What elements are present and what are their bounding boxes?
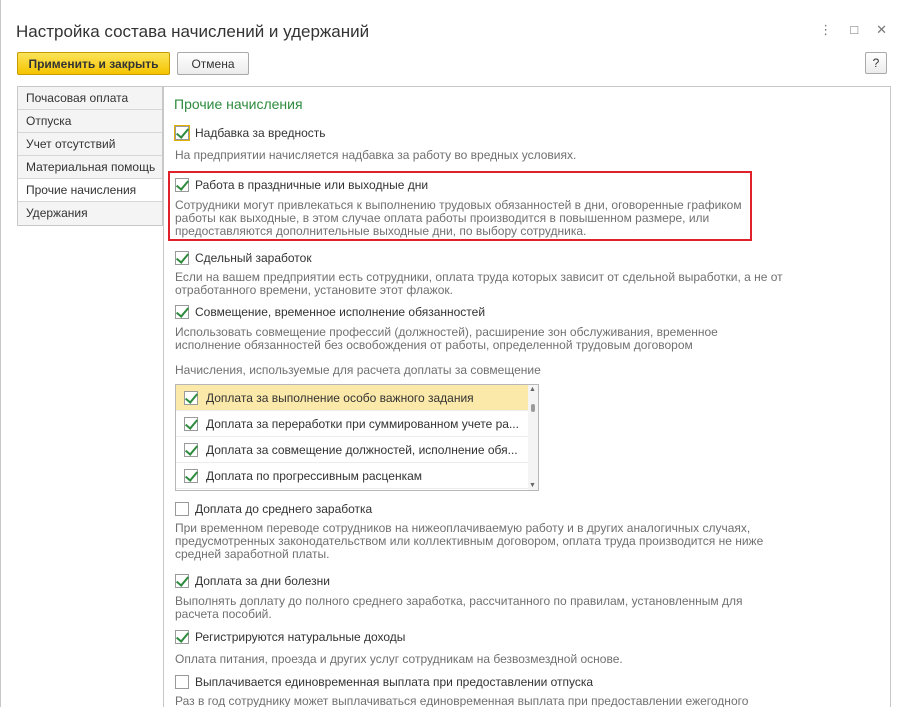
combination-accruals-list[interactable]: Доплата за выполнение особо важного зада…: [175, 384, 539, 491]
sidebar-item-vacations[interactable]: Отпуска: [18, 110, 162, 133]
checkbox[interactable]: [184, 416, 198, 431]
apply-and-close-button[interactable]: Применить и закрыть: [17, 52, 170, 75]
option-description: Если на вашем предприятии есть сотрудник…: [175, 270, 783, 297]
combination-list-caption: Начисления, используемые для расчета доп…: [175, 363, 541, 377]
window-title: Настройка состава начислений и удержаний: [16, 22, 370, 41]
option-description: Сотрудники могут привлекаться к выполнен…: [175, 198, 742, 238]
option-label: Доплата до среднего заработка: [195, 502, 373, 516]
option-piecework[interactable]: Сдельный заработок: [175, 251, 312, 265]
sidebar-item-absences[interactable]: Учет отсутствий: [18, 133, 162, 156]
list-scrollbar[interactable]: ▲ ▼: [528, 385, 538, 490]
list-item[interactable]: Доплата по прогрессивным расценкам: [176, 463, 529, 489]
option-description: На предприятии начисляется надбавка за р…: [175, 148, 577, 162]
checkbox[interactable]: [174, 125, 190, 141]
option-description: Выполнять доплату до полного среднего за…: [175, 594, 743, 621]
option-label: Доплата за дни болезни: [195, 574, 330, 588]
more-menu-icon[interactable]: ⋮: [819, 22, 832, 38]
checkbox[interactable]: [175, 675, 189, 689]
sidebar-item-deductions[interactable]: Удержания: [18, 202, 162, 225]
list-item[interactable]: Доплата за переработки при суммированном…: [176, 411, 529, 437]
scroll-up-icon[interactable]: ▲: [529, 386, 536, 393]
help-button[interactable]: ?: [865, 52, 887, 74]
list-item-label: Доплата по прогрессивным расценкам: [206, 468, 423, 483]
list-item-label: Доплата за переработки при суммированном…: [206, 416, 519, 431]
option-label: Работа в праздничные или выходные дни: [195, 178, 429, 192]
option-label: Совмещение, временное исполнение обязанн…: [195, 305, 486, 319]
checkbox[interactable]: [175, 305, 189, 319]
option-description: Раз в год сотруднику может выплачиваться…: [175, 694, 749, 707]
option-description: Оплата питания, проезда и других услуг с…: [175, 652, 623, 666]
option-natural-income[interactable]: Регистрируются натуральные доходы: [175, 630, 405, 644]
maximize-icon[interactable]: □: [850, 22, 858, 38]
checkbox[interactable]: [184, 442, 198, 457]
close-icon[interactable]: ✕: [876, 22, 887, 38]
sidebar-item-hourly-pay[interactable]: Почасовая оплата: [18, 87, 162, 110]
list-item-label: Доплата за выполнение особо важного зада…: [206, 390, 474, 405]
option-label: Выплачивается единовременная выплата при…: [195, 675, 594, 689]
settings-window: Настройка состава начислений и удержаний…: [0, 0, 897, 707]
main-panel: Прочие начисления Надбавка за вредность …: [163, 86, 891, 707]
checkbox[interactable]: [175, 574, 189, 588]
option-average-earnings-topup[interactable]: Доплата до среднего заработка: [175, 502, 372, 516]
option-description: Использовать совмещение профессий (должн…: [175, 325, 718, 352]
section-title: Прочие начисления: [174, 96, 303, 112]
option-sick-days-topup[interactable]: Доплата за дни болезни: [175, 574, 330, 588]
option-label: Сдельный заработок: [195, 251, 312, 265]
checkbox[interactable]: [175, 630, 189, 644]
cancel-button[interactable]: Отмена: [177, 52, 249, 75]
checkbox[interactable]: [175, 251, 189, 265]
sidebar-item-other-accruals[interactable]: Прочие начисления: [18, 179, 162, 202]
option-description: При временном переводе сотрудников на ни…: [175, 521, 764, 561]
scroll-down-icon[interactable]: ▼: [529, 482, 536, 489]
checkbox[interactable]: [175, 502, 189, 516]
option-vacation-lump-sum[interactable]: Выплачивается единовременная выплата при…: [175, 675, 593, 689]
checkbox[interactable]: [184, 390, 198, 405]
list-item[interactable]: Доплата за совмещение должностей, исполн…: [176, 437, 529, 463]
checkbox[interactable]: [184, 468, 198, 483]
option-label: Регистрируются натуральные доходы: [195, 630, 406, 644]
window-controls: ⋮ □ ✕: [819, 22, 887, 38]
option-holiday-work[interactable]: Работа в праздничные или выходные дни: [175, 178, 428, 192]
option-label: Надбавка за вредность: [195, 126, 326, 140]
option-combination[interactable]: Совмещение, временное исполнение обязанн…: [175, 305, 485, 319]
scroll-thumb[interactable]: [531, 404, 535, 412]
sidebar: Почасовая оплата Отпуска Учет отсутствий…: [17, 86, 163, 226]
list-item-label: Доплата за совмещение должностей, исполн…: [206, 442, 518, 457]
checkbox[interactable]: [175, 178, 189, 192]
list-item[interactable]: Доплата за выполнение особо важного зада…: [176, 385, 529, 411]
sidebar-item-material-aid[interactable]: Материальная помощь: [18, 156, 162, 179]
option-hazard-bonus[interactable]: Надбавка за вредность: [174, 125, 326, 141]
